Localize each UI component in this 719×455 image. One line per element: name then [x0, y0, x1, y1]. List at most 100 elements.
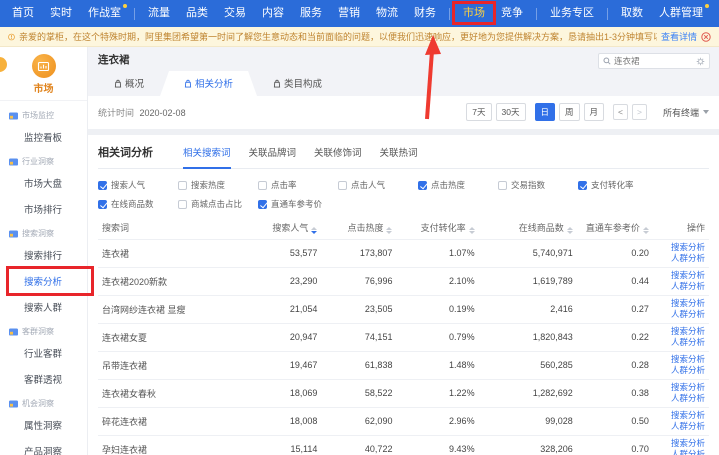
close-icon[interactable] — [701, 32, 711, 42]
sidebar-item[interactable]: 搜索分析 — [0, 268, 87, 294]
metric-checkbox[interactable]: 点击率 — [258, 179, 338, 191]
gear-icon[interactable] — [696, 57, 705, 66]
sort-icon[interactable] — [311, 227, 317, 234]
notice-detail-link[interactable]: 查看详情 — [661, 30, 697, 43]
column-header[interactable]: 搜索词 — [98, 217, 246, 239]
analysis-subtab[interactable]: 相关搜索词 — [183, 145, 231, 169]
search-analysis-link[interactable]: 搜索分析 — [657, 438, 705, 449]
analysis-subtab[interactable]: 关联品牌词 — [249, 145, 297, 169]
checkbox-icon[interactable] — [498, 181, 507, 190]
sidebar-item[interactable]: 监控看板 — [0, 124, 87, 150]
metric-checkbox[interactable]: 点击人气 — [338, 179, 418, 191]
toolbar-button[interactable]: 日 — [535, 103, 556, 121]
crowd-analysis-link[interactable]: 人群分析 — [657, 449, 705, 455]
checkbox-icon[interactable] — [98, 181, 107, 190]
nav-item[interactable]: 人群管理 — [651, 0, 711, 27]
page-tab[interactable]: 相关分析 — [160, 71, 257, 96]
column-header[interactable]: 操作 — [653, 217, 709, 239]
crowd-analysis-link[interactable]: 人群分析 — [657, 421, 705, 432]
toolbar-button[interactable]: 周 — [559, 103, 580, 121]
nav-item[interactable]: 取数 — [613, 0, 651, 27]
metric-checkbox[interactable]: 点击热度 — [418, 179, 498, 191]
nav-item[interactable]: 竞争 — [493, 0, 531, 27]
sort-icon[interactable] — [567, 227, 573, 234]
crowd-analysis-link[interactable]: 人群分析 — [657, 281, 705, 292]
sidebar-item[interactable]: 属性洞察 — [0, 412, 87, 438]
checkbox-icon[interactable] — [258, 181, 267, 190]
toolbar-button[interactable]: 月 — [584, 103, 605, 121]
metric-checkbox[interactable]: 交易指数 — [498, 179, 578, 191]
toolbar-button[interactable]: 7天 — [466, 103, 491, 121]
crowd-analysis-link[interactable]: 人群分析 — [657, 337, 705, 348]
sidebar-item[interactable]: 市场排行 — [0, 196, 87, 222]
sidebar-item[interactable]: 行业客群 — [0, 340, 87, 366]
nav-item[interactable]: 作战室 — [80, 0, 129, 27]
metric-checkbox[interactable]: 商城点击占比 — [178, 198, 258, 210]
nav-item[interactable]: 流量 — [140, 0, 178, 27]
metric-checkbox[interactable]: 支付转化率 — [578, 179, 658, 191]
prev-date-button[interactable]: < — [613, 104, 628, 120]
checkbox-icon[interactable] — [338, 181, 347, 190]
search-analysis-link[interactable]: 搜索分析 — [657, 410, 705, 421]
checkbox-icon[interactable] — [178, 200, 187, 209]
nav-item[interactable]: 市场 — [455, 0, 493, 27]
sidebar-item[interactable]: 客群透视 — [0, 366, 87, 392]
checkbox-icon[interactable] — [418, 181, 427, 190]
column-header[interactable]: 支付转化率 — [396, 217, 478, 239]
nav-item[interactable]: 营销 — [330, 0, 368, 27]
sidebar-item-label: 搜索人群 — [24, 303, 62, 314]
sort-icon[interactable] — [469, 227, 475, 234]
metric-label: 搜索人气 — [111, 179, 145, 191]
nav-item[interactable]: 财务 — [406, 0, 444, 27]
sort-icon[interactable] — [386, 227, 392, 234]
search-analysis-link[interactable]: 搜索分析 — [657, 382, 705, 393]
page-tab[interactable]: 概况 — [98, 71, 160, 96]
nav-item[interactable]: 内容 — [254, 0, 292, 27]
search-analysis-link[interactable]: 搜索分析 — [657, 270, 705, 281]
nav-item[interactable]: 物流 — [368, 0, 406, 27]
search-analysis-link[interactable]: 搜索分析 — [657, 326, 705, 337]
nav-item[interactable]: 服务 — [292, 0, 330, 27]
crowd-analysis-link[interactable]: 人群分析 — [657, 309, 705, 320]
checkbox-icon[interactable] — [578, 181, 587, 190]
analysis-subtab[interactable]: 关联修饰词 — [314, 145, 362, 169]
main-area: 市场 市场监控 监控看板 行业洞察 市场大盘 市场排行 搜索洞察 搜索排行 搜索… — [0, 47, 719, 455]
terminal-dropdown[interactable]: 所有终端 — [663, 106, 709, 119]
nav-item[interactable]: 业务专区 — [542, 0, 602, 27]
nav-item[interactable]: 交易 — [216, 0, 254, 27]
column-header[interactable]: 直通车参考价 — [577, 217, 653, 239]
crowd-analysis-link[interactable]: 人群分析 — [657, 253, 705, 264]
checkbox-icon[interactable] — [258, 200, 267, 209]
sidebar-item[interactable]: 搜索排行 — [0, 242, 87, 268]
next-date-button[interactable]: > — [632, 104, 647, 120]
checkbox-icon[interactable] — [98, 200, 107, 209]
search-analysis-link[interactable]: 搜索分析 — [657, 298, 705, 309]
column-header[interactable]: 在线商品数 — [479, 217, 577, 239]
search-analysis-link[interactable]: 搜索分析 — [657, 242, 705, 253]
nav-item-label: 首页 — [12, 7, 34, 19]
sidebar-item[interactable]: 市场大盘 — [0, 170, 87, 196]
page-tab[interactable]: 类目构成 — [257, 71, 338, 96]
search-input[interactable] — [614, 56, 693, 66]
toolbar-button[interactable]: 30天 — [496, 103, 526, 121]
crowd-analysis-link[interactable]: 人群分析 — [657, 365, 705, 376]
search-analysis-link[interactable]: 搜索分析 — [657, 354, 705, 365]
sidebar-item[interactable]: 产品洞察 — [0, 438, 87, 455]
metric-checkbox[interactable]: 直通车参考价 — [258, 198, 338, 210]
metric-checkbox[interactable]: 在线商品数 — [98, 198, 178, 210]
nav-item[interactable]: 首页 — [4, 0, 42, 27]
metric-checkbox[interactable]: 搜索人气 — [98, 179, 178, 191]
nav-item[interactable]: 品类 — [178, 0, 216, 27]
nav-item[interactable]: 实时 — [42, 0, 80, 27]
analysis-subtab[interactable]: 关联热词 — [380, 145, 418, 169]
column-header[interactable]: 搜索人气 — [246, 217, 321, 239]
sort-icon[interactable] — [643, 227, 649, 234]
sidebar-item[interactable]: 搜索人群 — [0, 294, 87, 320]
keyword-search-box[interactable] — [598, 53, 710, 69]
checkbox-icon[interactable] — [178, 181, 187, 190]
page-tab-label: 概况 — [125, 76, 144, 90]
nav-item[interactable]: 学院 — [711, 0, 719, 27]
metric-checkbox[interactable]: 搜索热度 — [178, 179, 258, 191]
crowd-analysis-link[interactable]: 人群分析 — [657, 393, 705, 404]
column-header[interactable]: 点击热度 — [321, 217, 396, 239]
